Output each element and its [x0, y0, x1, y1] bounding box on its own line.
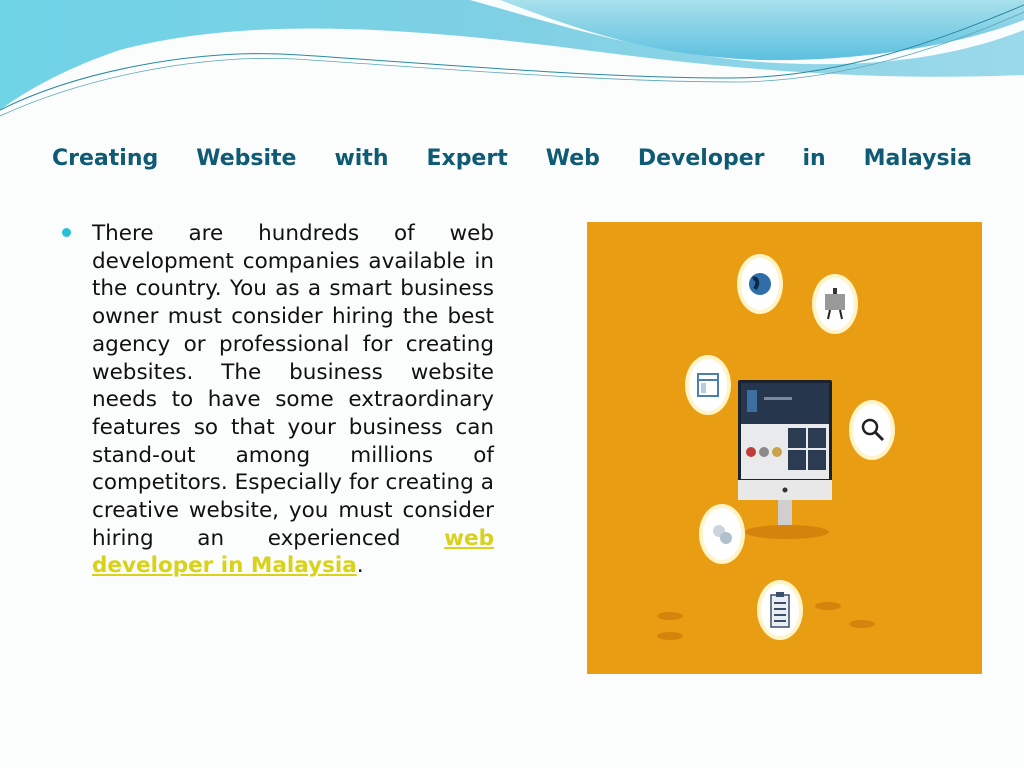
- floor-shadow: [657, 612, 683, 620]
- title-word: Web: [545, 146, 600, 171]
- bullet-icon: [62, 228, 71, 237]
- title-word: Website: [196, 146, 297, 171]
- title-word: Malaysia: [863, 146, 972, 171]
- title-word: Developer: [637, 146, 765, 171]
- floor-shadow: [815, 602, 841, 610]
- title-word: Expert: [426, 146, 508, 171]
- header-wave-decoration: [0, 0, 1024, 117]
- title-word: with: [334, 146, 389, 171]
- monitor-illustration: [738, 380, 832, 539]
- bullet-text: There are hundreds of web development co…: [92, 220, 494, 580]
- bullet-body: There are hundreds of web development co…: [92, 221, 494, 551]
- floor-shadow: [849, 620, 875, 628]
- slide-title: Creating Website with Expert Web Develop…: [52, 146, 972, 171]
- presentation-board-icon: [812, 274, 858, 334]
- floor-shadow: [657, 632, 683, 640]
- web-development-illustration: [587, 222, 982, 674]
- magnifier-icon: [849, 400, 895, 460]
- title-word: in: [802, 146, 826, 171]
- title-word: Creating: [52, 146, 159, 171]
- bullet-item: There are hundreds of web development co…: [62, 220, 494, 580]
- bullet-trailing: .: [356, 553, 364, 579]
- clipboard-checklist-icon: [757, 580, 803, 640]
- globe-icon: [737, 254, 783, 314]
